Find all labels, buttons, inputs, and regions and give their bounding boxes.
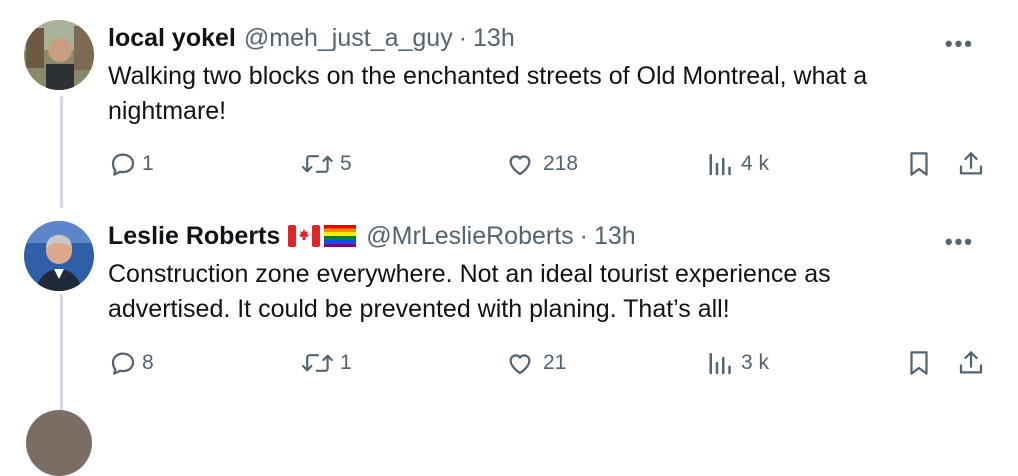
share-icon [959,351,983,374]
view-count: 4 k [741,152,770,175]
timestamp[interactable]: 13h [594,222,636,251]
views-button[interactable]: 4 k [707,149,769,179]
like-count: 218 [543,152,579,175]
tweet-header: local yokel @meh_just_a_guy · 13h [108,21,515,55]
avatar-photo-icon [24,20,94,90]
tweet-header: Leslie Roberts @MrLeslieRoberts · 13h [108,219,636,253]
display-name[interactable]: Leslie Roberts [108,222,280,251]
avatar[interactable] [24,20,94,90]
timestamp[interactable]: 13h [473,24,515,53]
bookmark-icon [910,152,928,176]
bookmark-button[interactable] [904,149,934,179]
views-button[interactable]: 3 k [707,348,769,378]
views-icon [709,353,731,375]
retweet-icon [301,354,333,372]
tweet-text: Walking two blocks on the enchanted stre… [108,62,868,125]
thread-connector-line [60,294,63,420]
reply-icon [111,153,135,176]
share-button[interactable] [956,348,986,378]
bookmark-icon [910,351,928,375]
more-options-icon[interactable]: ••• [945,231,974,253]
reply-button[interactable]: 8 [108,348,154,378]
reply-button[interactable]: 1 [108,149,154,179]
bookmark-button[interactable] [904,348,934,378]
like-button[interactable]: 218 [505,149,578,179]
more-options-icon[interactable]: ••• [945,33,974,55]
retweet-icon [301,155,333,173]
name-emoji-flags [288,225,357,247]
reply-count: 1 [142,152,154,175]
view-count: 3 k [741,351,770,374]
canada-flag-icon [288,225,321,247]
avatar-photo-icon [24,221,94,291]
retweet-button[interactable]: 1 [300,348,352,378]
username[interactable]: @meh_just_a_guy [244,24,453,53]
heart-icon [509,354,531,375]
like-button[interactable]: 21 [505,348,566,378]
username[interactable]: @MrLeslieRoberts [366,222,573,251]
heart-icon [509,155,531,176]
reply-icon [111,352,135,375]
tweet-text: Construction zone everywhere. Not an ide… [108,260,831,323]
avatar[interactable] [24,221,94,291]
retweet-count: 1 [340,351,352,374]
views-icon [709,154,731,176]
separator-dot: · [458,23,468,52]
rainbow-flag-icon [324,225,357,247]
display-name[interactable]: local yokel [108,24,236,53]
thread-connector-line [60,96,63,208]
reply-count: 8 [142,351,154,374]
share-icon [959,152,983,175]
like-count: 21 [543,351,567,374]
share-button[interactable] [956,149,986,179]
retweet-button[interactable]: 5 [300,149,352,179]
retweet-count: 5 [340,152,352,175]
separator-dot: · [579,221,588,250]
